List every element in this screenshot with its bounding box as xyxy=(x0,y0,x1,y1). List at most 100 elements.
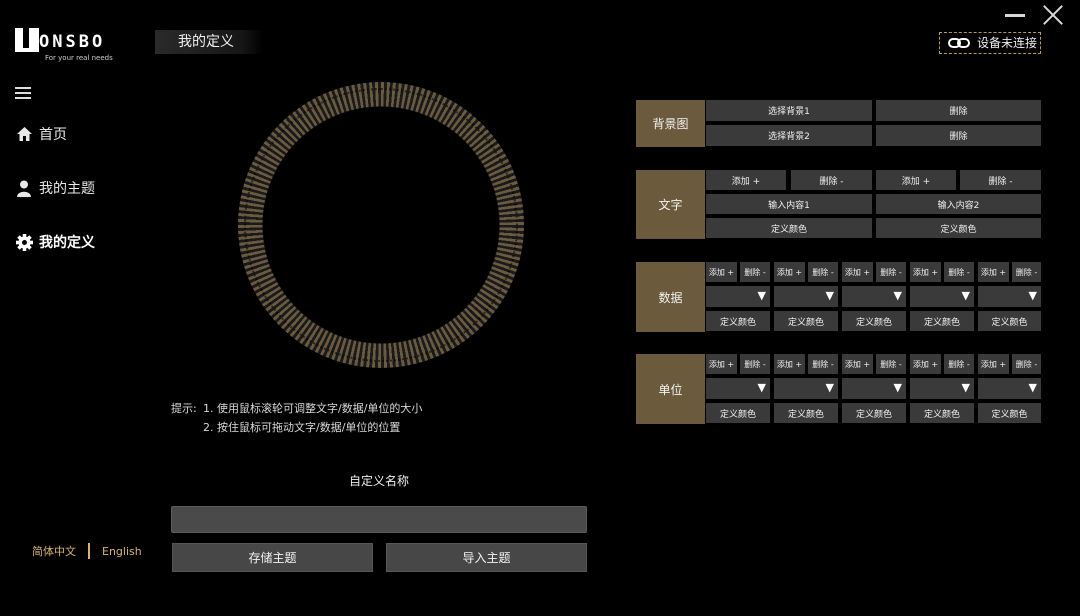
data-remove-button[interactable]: 删除 - xyxy=(808,262,838,282)
background-label: 背景图 xyxy=(636,100,705,147)
chevron-down-icon: ▼ xyxy=(1028,289,1037,302)
unit-remove-button[interactable]: 删除 - xyxy=(808,354,838,374)
text-color-button[interactable]: 定义颜色 xyxy=(706,218,872,238)
unit-add-button[interactable]: 添加 + xyxy=(774,354,805,374)
logo-mark xyxy=(15,28,39,52)
unit-select-4[interactable]: ▼ xyxy=(910,378,974,399)
chevron-down-icon: ▼ xyxy=(893,289,902,302)
data-remove-button[interactable]: 删除 - xyxy=(1012,262,1041,282)
save-theme-button[interactable]: 存储主题 xyxy=(172,543,373,572)
unit-select-1[interactable]: ▼ xyxy=(706,378,770,399)
data-select-4[interactable]: ▼ xyxy=(910,286,974,307)
text-section: 文字 添加 + 删除 - 添加 + 删除 - 输入内容1 输入内容2 定义颜色 … xyxy=(636,170,1041,239)
unit-label: 单位 xyxy=(636,354,705,424)
data-label: 数据 xyxy=(636,262,705,332)
hamburger-icon[interactable] xyxy=(15,87,31,99)
close-button[interactable] xyxy=(1040,2,1066,28)
tip-line-2: 2. 按住鼠标可拖动文字/数据/单位的位置 xyxy=(203,421,401,434)
unit-color-button[interactable]: 定义颜色 xyxy=(842,403,906,423)
custom-name-label: 自定义名称 xyxy=(348,474,409,488)
device-status-button[interactable]: 设备未连接 xyxy=(939,32,1041,54)
text-label: 文字 xyxy=(636,170,705,239)
chevron-down-icon: ▼ xyxy=(757,381,766,394)
unit-select-5[interactable]: ▼ xyxy=(978,378,1041,399)
lang-zh-link[interactable]: 简体中文 xyxy=(32,543,76,559)
unit-add-button[interactable]: 添加 + xyxy=(978,354,1009,374)
device-status-label: 设备未连接 xyxy=(977,36,1038,50)
unit-remove-button[interactable]: 删除 - xyxy=(944,354,974,374)
custom-name-input[interactable] xyxy=(171,506,587,533)
data-select-3[interactable]: ▼ xyxy=(842,286,906,307)
text-color-button[interactable]: 定义颜色 xyxy=(876,218,1041,238)
sidebar-item-my-definition[interactable]: 我的定义 xyxy=(15,231,95,253)
sidebar-item-label: 我的定义 xyxy=(39,235,95,251)
data-add-button[interactable]: 添加 + xyxy=(842,262,873,282)
tip-line-1: 1. 使用鼠标滚轮可调整文字/数据/单位的大小 xyxy=(203,402,423,415)
text-input-2-button[interactable]: 输入内容2 xyxy=(876,194,1041,214)
data-add-button[interactable]: 添加 + xyxy=(774,262,805,282)
language-switch: 简体中文 English xyxy=(32,543,142,559)
data-add-button[interactable]: 添加 + xyxy=(978,262,1009,282)
select-background-2-button[interactable]: 选择背景2 xyxy=(706,125,872,146)
data-select-1[interactable]: ▼ xyxy=(706,286,770,307)
unit-add-button[interactable]: 添加 + xyxy=(706,354,737,374)
delete-background-1-button[interactable]: 删除 xyxy=(876,100,1041,121)
data-color-button[interactable]: 定义颜色 xyxy=(842,311,906,331)
data-add-button[interactable]: 添加 + xyxy=(706,262,737,282)
data-remove-button[interactable]: 删除 - xyxy=(876,262,906,282)
data-select-5[interactable]: ▼ xyxy=(978,286,1041,307)
sidebar-item-home[interactable]: 首页 xyxy=(15,123,67,145)
text-remove-button[interactable]: 删除 - xyxy=(791,170,872,190)
sidebar-item-label: 首页 xyxy=(39,127,67,143)
chevron-down-icon: ▼ xyxy=(893,381,902,394)
unit-select-3[interactable]: ▼ xyxy=(842,378,906,399)
background-section: 背景图 选择背景1 删除 选择背景2 删除 xyxy=(636,100,1041,147)
unit-add-button[interactable]: 添加 + xyxy=(910,354,941,374)
logo-tagline: For your real needs xyxy=(45,54,113,62)
unit-remove-button[interactable]: 删除 - xyxy=(876,354,906,374)
chevron-down-icon: ▼ xyxy=(961,381,970,394)
unit-remove-button[interactable]: 删除 - xyxy=(740,354,770,374)
user-icon xyxy=(15,179,33,197)
link-icon xyxy=(948,38,970,48)
data-color-button[interactable]: 定义颜色 xyxy=(910,311,974,331)
data-remove-button[interactable]: 删除 - xyxy=(944,262,974,282)
data-remove-button[interactable]: 删除 - xyxy=(740,262,770,282)
unit-color-button[interactable]: 定义颜色 xyxy=(706,403,770,423)
data-section: 数据 添加 + 删除 - 添加 + 删除 - 添加 + 删除 - 添加 + 删除… xyxy=(636,262,1041,332)
text-input-1-button[interactable]: 输入内容1 xyxy=(706,194,872,214)
unit-color-button[interactable]: 定义颜色 xyxy=(978,403,1041,423)
sidebar-item-label: 我的主题 xyxy=(39,181,95,197)
data-color-button[interactable]: 定义颜色 xyxy=(978,311,1041,331)
chevron-down-icon: ▼ xyxy=(757,289,766,302)
preview-ring[interactable] xyxy=(238,82,524,368)
home-icon xyxy=(15,125,33,143)
tips: 提示: 1. 使用鼠标滚轮可调整文字/数据/单位的大小 2. 按住鼠标可拖动文字/… xyxy=(171,399,422,437)
gear-icon xyxy=(15,233,33,251)
text-remove-button[interactable]: 删除 - xyxy=(960,170,1041,190)
chevron-down-icon: ▼ xyxy=(1028,381,1037,394)
import-theme-button[interactable]: 导入主题 xyxy=(386,543,587,572)
unit-select-2[interactable]: ▼ xyxy=(774,378,838,399)
text-add-button[interactable]: 添加 + xyxy=(706,170,786,190)
data-select-2[interactable]: ▼ xyxy=(774,286,838,307)
sidebar-item-my-themes[interactable]: 我的主题 xyxy=(15,177,95,199)
chevron-down-icon: ▼ xyxy=(825,381,834,394)
data-color-button[interactable]: 定义颜色 xyxy=(774,311,838,331)
delete-background-2-button[interactable]: 删除 xyxy=(876,125,1041,146)
select-background-1-button[interactable]: 选择背景1 xyxy=(706,100,872,121)
minimize-button[interactable] xyxy=(1005,14,1025,17)
unit-color-button[interactable]: 定义颜色 xyxy=(774,403,838,423)
text-add-button[interactable]: 添加 + xyxy=(876,170,956,190)
chevron-down-icon: ▼ xyxy=(825,289,834,302)
logo-word: ONSBO xyxy=(39,32,106,52)
lang-en-link[interactable]: English xyxy=(102,545,142,558)
logo: ONSBO For your real needs xyxy=(15,28,135,64)
chevron-down-icon: ▼ xyxy=(961,289,970,302)
data-add-button[interactable]: 添加 + xyxy=(910,262,941,282)
unit-color-button[interactable]: 定义颜色 xyxy=(910,403,974,423)
data-color-button[interactable]: 定义颜色 xyxy=(706,311,770,331)
unit-remove-button[interactable]: 删除 - xyxy=(1012,354,1041,374)
unit-add-button[interactable]: 添加 + xyxy=(842,354,873,374)
unit-section: 单位 添加 + 删除 - 添加 + 删除 - 添加 + 删除 - 添加 + 删除… xyxy=(636,354,1041,424)
